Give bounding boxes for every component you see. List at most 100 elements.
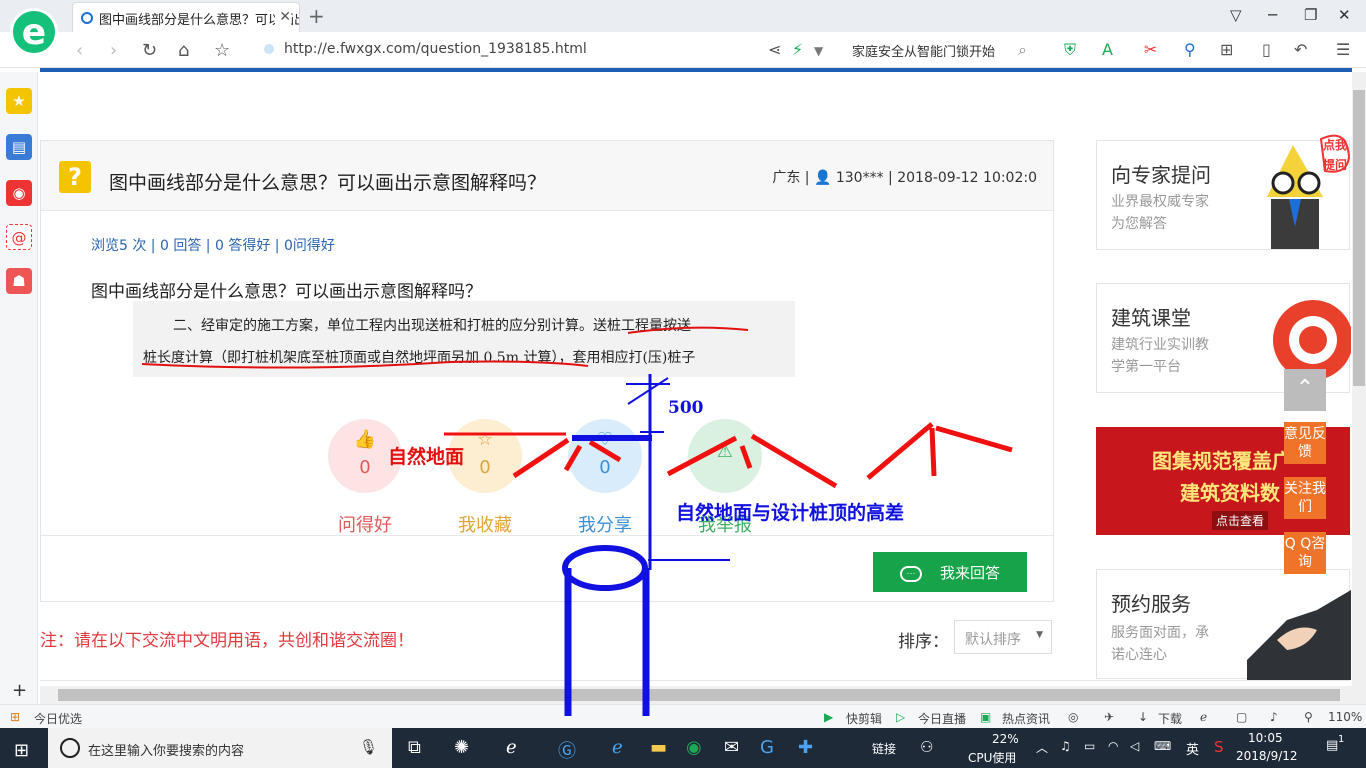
status-item-clip[interactable]: 快剪辑 — [846, 710, 882, 727]
news-icon[interactable]: ▤ — [6, 134, 32, 160]
share-page-icon[interactable]: ⋖ — [768, 40, 781, 59]
weibo-icon[interactable]: ◉ — [6, 180, 32, 206]
keyboard-icon[interactable]: ⌨ — [1154, 739, 1171, 753]
banner-cta[interactable]: 点击查看 — [1212, 511, 1269, 530]
action-share[interactable]: ♡ 0 我分享 — [568, 419, 642, 537]
action-helpful-label[interactable]: 问得好 — [308, 511, 422, 537]
edge-icon[interactable]: ℯ — [506, 737, 517, 758]
browser-e-taskbar-icon[interactable]: ◉ — [686, 737, 702, 758]
browser-logo[interactable]: e — [10, 8, 58, 56]
feedback-button[interactable]: 意见反馈 — [1284, 422, 1326, 464]
sort-select[interactable]: 默认排序 ▼ — [954, 620, 1052, 654]
g-app-icon[interactable]: G — [760, 737, 774, 758]
ime-indicator[interactable]: 英 — [1186, 739, 1199, 758]
action-share-label[interactable]: 我分享 — [548, 511, 662, 537]
browser-tab[interactable]: 图中画线部分是什么意思？可以画出示意图解释吗？ ✕ — [72, 2, 300, 32]
status-item-hot[interactable]: 热点资讯 — [1002, 710, 1050, 727]
back-icon[interactable]: ‹ — [76, 40, 83, 61]
clock-date[interactable]: 2018/9/12 — [1236, 749, 1298, 763]
skin-icon[interactable]: ▽ — [1230, 6, 1242, 24]
clip-icon[interactable]: ▶ — [824, 710, 833, 724]
people-icon[interactable]: ⚇ — [920, 738, 933, 756]
action-share-circle[interactable]: ♡ 0 — [568, 419, 642, 493]
site-info-icon[interactable] — [264, 44, 274, 54]
game-icon[interactable]: ☗ — [6, 268, 32, 294]
forward-icon[interactable]: › — [110, 40, 117, 61]
task-view-icon[interactable]: ⧉ — [408, 737, 421, 758]
new-tab-icon[interactable]: + — [308, 4, 325, 28]
battery-icon[interactable]: ▭ — [1084, 739, 1095, 753]
volume-icon[interactable]: ♪ — [1270, 710, 1278, 724]
mascot-bubble[interactable]: 点我 提问 — [1323, 135, 1347, 175]
fan-app-icon[interactable]: ✺ — [454, 737, 469, 758]
search-icon[interactable]: ⌕ — [1018, 40, 1027, 60]
banner-line-2: 建筑资料数 — [1180, 481, 1280, 505]
gift-icon[interactable]: ⊞ — [10, 710, 20, 724]
address-bar[interactable]: http://e.fwxgx.com/question_1938185.html — [264, 41, 587, 57]
reload-icon[interactable]: ↻ — [142, 40, 157, 61]
sogou-icon[interactable]: S — [1214, 738, 1224, 756]
undo-icon[interactable]: ↶ — [1294, 40, 1307, 59]
windows-taskbar: ⊞ 在这里输入你要搜索的内容 🎙 ⧉ ✺ ℯ Ⓖ ℯ ▬ ◉ ✉ G ✚ 链接 … — [0, 728, 1366, 768]
microphone-icon[interactable]: 🎙 — [359, 738, 378, 756]
lightning-icon[interactable]: ⚡ — [792, 40, 803, 59]
add-sidebar-icon[interactable]: + — [12, 680, 27, 701]
speaker-icon[interactable]: ◁ — [1130, 739, 1139, 753]
action-helpful[interactable]: 👍 0 问得好 — [328, 419, 402, 537]
tablet-icon[interactable]: ▯ — [1262, 40, 1271, 59]
plus-app-icon[interactable]: ✚ — [798, 737, 813, 758]
close-window-icon[interactable]: ✕ — [1338, 6, 1351, 24]
mail-icon[interactable]: ✉ — [724, 737, 739, 758]
menu-icon[interactable]: ☰ — [1336, 40, 1350, 59]
news-hot-icon[interactable]: ▣ — [980, 710, 991, 724]
favorites-star-icon[interactable]: ★ — [6, 88, 32, 114]
action-collect[interactable]: ☆ 0 我收藏 — [448, 419, 522, 537]
magnifier-icon[interactable]: ⚲ — [1184, 40, 1196, 59]
action-collect-label[interactable]: 我收藏 — [428, 511, 542, 537]
back-to-top-button[interactable]: ⌃ — [1284, 369, 1326, 411]
shield-icon[interactable]: ⛨ — [1064, 40, 1076, 60]
zoom-icon[interactable]: ⚲ — [1304, 710, 1313, 724]
ie-icon[interactable]: ℯ — [612, 737, 623, 758]
translate-icon[interactable]: A — [1102, 40, 1113, 59]
windows-start-icon[interactable]: ⊞ — [14, 740, 29, 761]
links-label[interactable]: 链接 — [872, 740, 896, 757]
live-icon[interactable]: ▷ — [896, 710, 905, 724]
ie-mode-icon[interactable]: ℯ — [1200, 710, 1207, 724]
restore-icon[interactable]: ❐ — [1304, 6, 1317, 24]
email-at-icon[interactable]: @ — [6, 224, 32, 250]
appointment-card[interactable]: 预约服务 服务面对面，承 诺心连心 — [1096, 569, 1351, 680]
ask-expert-card[interactable]: 向专家提问 业界最权威专家 为您解答 点我 提问 — [1096, 134, 1351, 250]
action-center-icon[interactable]: ▤ — [1326, 738, 1338, 753]
chevron-down-icon[interactable]: ▼ — [814, 44, 823, 58]
taskbar-search[interactable]: 在这里输入你要搜索的内容 🎙 — [48, 728, 392, 768]
status-left-label[interactable]: 今日优选 — [34, 710, 82, 727]
qq-consult-button[interactable]: Q Q咨询 — [1284, 532, 1326, 574]
wifi-icon[interactable]: ◠ — [1108, 739, 1118, 753]
promo-text[interactable]: 家庭安全从智能门锁开始 — [852, 41, 995, 60]
browser-g-icon[interactable]: Ⓖ — [558, 737, 576, 763]
follow-button[interactable]: 关注我们 — [1284, 477, 1326, 519]
window-icon[interactable]: ▢ — [1236, 710, 1247, 724]
horizontal-scroll-thumb[interactable] — [58, 689, 1340, 701]
close-tab-icon[interactable]: ✕ — [275, 9, 291, 25]
tray-up-icon[interactable]: ︿ — [1036, 739, 1048, 756]
action-report-circle[interactable]: ⚠ — [688, 419, 762, 493]
answer-button[interactable]: ··· 我来回答 — [873, 552, 1027, 592]
question-user[interactable]: 130*** — [836, 170, 884, 186]
vertical-scroll-thumb[interactable] — [1353, 90, 1365, 386]
speed-icon[interactable]: ◎ — [1068, 710, 1078, 724]
home-icon[interactable]: ⌂ — [178, 40, 189, 61]
download-icon[interactable]: ↓ — [1138, 710, 1148, 724]
apps-icon[interactable]: ⊞ — [1220, 40, 1233, 59]
notification-bell-icon[interactable]: ♫ — [1060, 739, 1071, 753]
status-item-live[interactable]: 今日直播 — [918, 710, 966, 727]
folder-icon[interactable]: ▬ — [650, 737, 667, 758]
scissors-icon[interactable]: ✂ — [1144, 40, 1157, 59]
zoom-level[interactable]: 110% — [1328, 710, 1362, 724]
clock-time[interactable]: 10:05 — [1248, 731, 1283, 745]
minimize-icon[interactable]: ─ — [1268, 6, 1277, 24]
pin-icon[interactable]: ✈ — [1104, 710, 1114, 724]
status-item-download[interactable]: 下载 — [1158, 710, 1182, 727]
favorite-star-icon[interactable]: ☆ — [214, 40, 230, 61]
